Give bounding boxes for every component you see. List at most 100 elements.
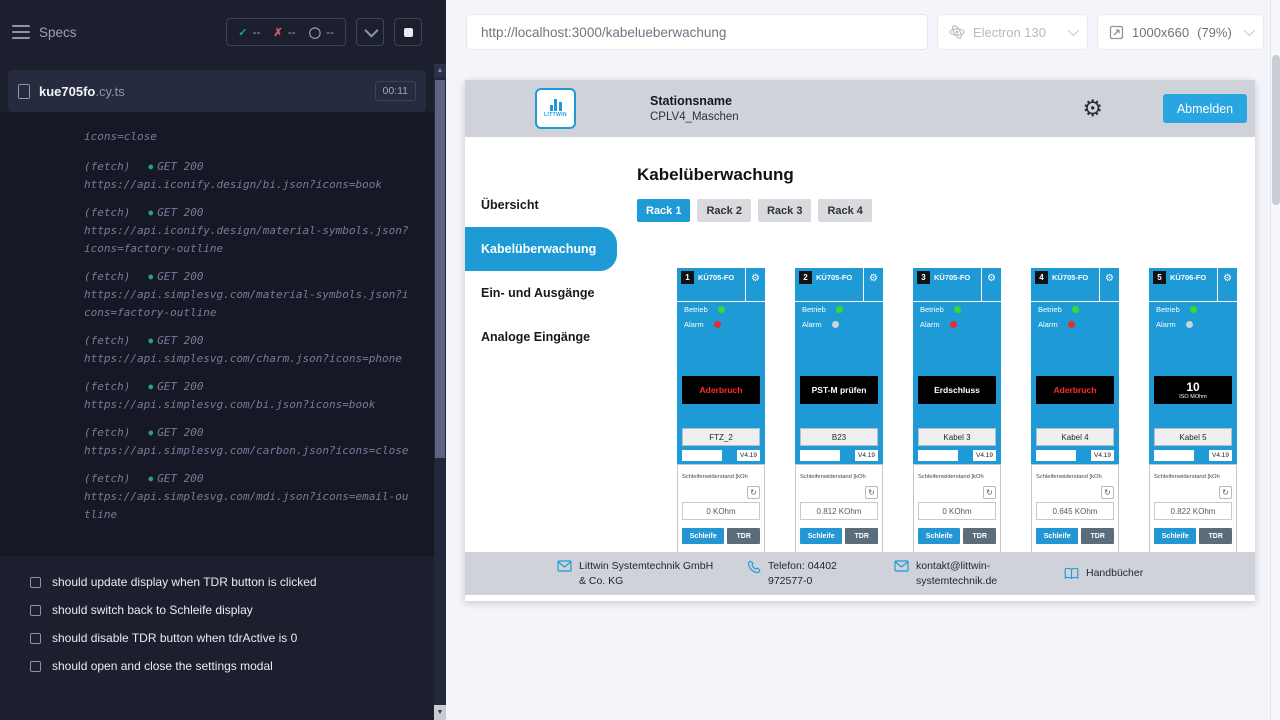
card-version-row: V4.19 (918, 450, 996, 461)
test-list-item[interactable]: should open and close the settings modal (0, 652, 434, 680)
tdr-button[interactable]: TDR (1081, 528, 1114, 544)
sidebar-nav-item[interactable]: Analoge Eingänge (465, 315, 619, 359)
firmware-version: V4.19 (973, 450, 996, 461)
scroll-up-icon[interactable]: ▲ (434, 64, 446, 78)
card-small-input (1154, 450, 1194, 461)
viewport-size-icon (1109, 25, 1124, 40)
tdr-button[interactable]: TDR (1199, 528, 1232, 544)
test-list-item[interactable]: should switch back to Schleife display (0, 596, 434, 624)
test-stats-group: ✓-- ✗-- ◯-- (226, 18, 346, 46)
schleife-button[interactable]: Schleife (1154, 528, 1196, 544)
page-scrollbar-thumb[interactable] (1272, 55, 1280, 205)
cypress-reporter-panel: Specs ✓-- ✗-- ◯-- kue705fo.cy.ts 00:11 i… (0, 0, 446, 720)
spec-timer: 00:11 (375, 81, 417, 101)
fetch-url: https://api.iconify.design/bi.json?icons… (84, 176, 414, 194)
alarm-row: Alarm (1149, 317, 1237, 332)
measurement-label: Schleifenwiderstand [kOhm] (1036, 474, 1102, 480)
specs-menu-icon[interactable] (12, 25, 30, 39)
sidebar-nav-item[interactable]: Kabelüberwachung (465, 227, 617, 271)
fetch-log-list: (fetch) ● GET 200 https://api.iconify.desi… (84, 158, 416, 524)
test-icon (30, 577, 41, 588)
fetch-log-entry[interactable]: (fetch)●GET 200 https://api.simplesvg.co… (84, 470, 416, 524)
browser-selector[interactable]: Electron 130 (937, 14, 1088, 50)
status-display: Erdschluss (918, 376, 996, 404)
sidebar-nav-item[interactable]: Übersicht (465, 183, 619, 227)
refresh-icon[interactable]: ↻ (747, 486, 760, 499)
fetch-status: GET 200 (157, 160, 203, 173)
card-settings-gear-icon[interactable]: ⚙ (869, 273, 878, 284)
card-settings-gear-icon[interactable]: ⚙ (751, 273, 760, 284)
fetch-log-entry[interactable]: (fetch)●GET 200 https://api.iconify.desi… (84, 158, 416, 194)
schleife-button[interactable]: Schleife (918, 528, 960, 544)
fetch-url: https://api.simplesvg.com/charm.json?ico… (84, 350, 414, 368)
device-model: KÜ705-FO (698, 273, 734, 282)
refresh-icon[interactable]: ↻ (865, 486, 878, 499)
device-model: KÜ705-FO (1052, 273, 1088, 282)
scroll-down-icon[interactable]: ▼ (434, 705, 446, 720)
cable-name-field[interactable]: B23 (800, 428, 878, 446)
spec-file-icon (18, 84, 30, 99)
scrollbar-thumb[interactable] (435, 80, 445, 458)
alarm-status-led (1186, 321, 1193, 328)
reporter-scrollbar[interactable]: ▲ ▼ (434, 64, 446, 720)
log-continuation-line[interactable]: icons=close (84, 128, 416, 146)
stop-run-button[interactable] (394, 18, 422, 46)
test-list-item[interactable]: should update display when TDR button is… (0, 568, 434, 596)
schleife-button[interactable]: Schleife (1036, 528, 1078, 544)
schleife-button[interactable]: Schleife (800, 528, 842, 544)
rack-tab[interactable]: Rack 3 (758, 199, 811, 222)
tdr-button[interactable]: TDR (845, 528, 878, 544)
fetch-log-entry[interactable]: (fetch)●GET 200 https://api.simplesvg.co… (84, 332, 416, 368)
viewport-size: 1000x660 (1132, 25, 1189, 40)
fetch-log-entry[interactable]: (fetch)●GET 200 https://api.simplesvg.co… (84, 378, 416, 414)
status-display: Aderbruch (682, 376, 760, 404)
fetch-log-entry[interactable]: (fetch)●GET 200 https://api.iconify.desi… (84, 204, 416, 258)
fetch-label: (fetch) (84, 426, 130, 439)
collapse-button[interactable] (356, 18, 384, 46)
cable-name-field[interactable]: FTZ_2 (682, 428, 760, 446)
specs-label[interactable]: Specs (39, 25, 77, 40)
betrieb-row: Betrieb (913, 302, 1001, 317)
card-header: 4 KÜ705-FO ⚙ (1031, 268, 1119, 302)
firmware-version: V4.19 (855, 450, 878, 461)
mode-buttons: Schleife TDR (1036, 528, 1114, 544)
footer-manuals[interactable]: Handbücher (1064, 566, 1143, 580)
refresh-icon[interactable]: ↻ (1101, 486, 1114, 499)
fetch-log-entry[interactable]: (fetch)●GET 200 https://api.simplesvg.co… (84, 268, 416, 322)
schleife-button[interactable]: Schleife (682, 528, 724, 544)
footer-email: kontakt@littwin-systemtechnik.de (894, 559, 1034, 587)
card-number-badge: 5 (1153, 271, 1166, 284)
url-input[interactable] (467, 25, 927, 40)
sidebar-nav-item[interactable]: Ein- und Ausgänge (465, 271, 619, 315)
spec-header[interactable]: kue705fo.cy.ts 00:11 (8, 70, 426, 112)
card-settings-gear-icon[interactable]: ⚙ (1105, 273, 1114, 284)
fetch-log-entry[interactable]: (fetch)●GET 200 https://api.simplesvg.co… (84, 424, 416, 460)
refresh-icon[interactable]: ↻ (983, 486, 996, 499)
measurement-label: Schleifenwiderstand [kOhm] (918, 474, 984, 480)
fetch-status: GET 200 (157, 206, 203, 219)
viewport-selector[interactable]: 1000x660 (79%) (1097, 14, 1264, 50)
card-settings-gear-icon[interactable]: ⚙ (1223, 273, 1232, 284)
rack-tab[interactable]: Rack 4 (818, 199, 871, 222)
test-list-item[interactable]: should disable TDR button when tdrActive… (0, 624, 434, 652)
logout-button[interactable]: Abmelden (1163, 94, 1247, 123)
footer-phone: Telefon: 04402 972577-0 (747, 559, 864, 587)
card-settings-gear-icon[interactable]: ⚙ (987, 273, 996, 284)
fetch-url: https://api.simplesvg.com/mdi.json?icons… (84, 488, 414, 524)
settings-gear-icon[interactable]: ⚙ (1082, 97, 1103, 120)
rack-tab[interactable]: Rack 1 (637, 199, 690, 222)
cable-name-field[interactable]: Kabel 4 (1036, 428, 1114, 446)
rack-tab[interactable]: Rack 2 (697, 199, 750, 222)
fetch-status: GET 200 (157, 472, 203, 485)
refresh-icon[interactable]: ↻ (1219, 486, 1232, 499)
page-scrollbar[interactable] (1270, 0, 1280, 720)
cable-name-field[interactable]: Kabel 5 (1154, 428, 1232, 446)
tdr-button[interactable]: TDR (963, 528, 996, 544)
tdr-button[interactable]: TDR (727, 528, 760, 544)
status-text: Aderbruch (700, 385, 743, 395)
app-under-test: LITTWIN Stationsname CPLV4_Maschen ⚙ Abm… (465, 80, 1255, 601)
status-ok-dot: ● (148, 162, 153, 171)
fetch-url: https://api.iconify.design/material-symb… (84, 222, 414, 258)
cable-name-field[interactable]: Kabel 3 (918, 428, 996, 446)
app-footer: Littwin Systemtechnik GmbH & Co. KG Tele… (465, 552, 1255, 595)
